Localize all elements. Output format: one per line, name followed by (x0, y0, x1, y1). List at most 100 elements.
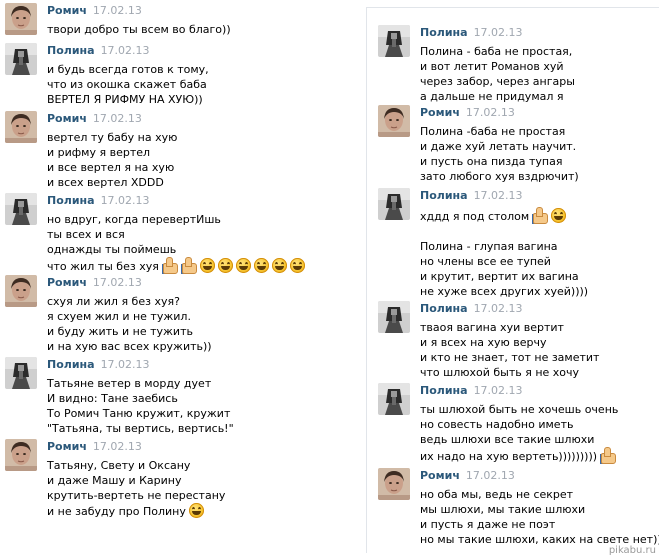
message-line-text: не хуже всех других хуей)))) (420, 285, 589, 298)
author-name-link[interactable]: Ромич (420, 106, 460, 119)
user-avatar[interactable] (5, 111, 37, 143)
message-line: ты всех и вся (47, 227, 305, 242)
message-header: Ромич 17.02.13 (47, 112, 142, 125)
message-line: и рифму я вертел (47, 145, 177, 160)
message-line-text: ведь шлюхи все такие шлюхи (420, 433, 595, 446)
message-line: Полина - баба не простая, (420, 44, 575, 59)
author-name-link[interactable]: Ромич (47, 440, 87, 453)
message-line: Полина - глупая вагина (420, 239, 588, 254)
message-line: я схуем жил и не тужил. (47, 309, 212, 324)
author-name-link[interactable]: Полина (47, 194, 95, 207)
message-line: Полина -баба не простая (420, 124, 579, 139)
message-line: и я всех на хую верчу (420, 335, 599, 350)
laughing-emoji-icon (235, 258, 251, 273)
message-line: вертел ту бабу на хую (47, 130, 177, 145)
message-date: 17.02.13 (92, 112, 142, 125)
laughing-emoji-icon (551, 208, 567, 223)
message-line: и даже Машу и Карину (47, 473, 225, 488)
message-text: но оба мы, ведь не секрет мы шлюхи, мы та… (420, 487, 659, 547)
author-name-link[interactable]: Полина (420, 302, 468, 315)
message-line: твори добро ты всем во благо)) (47, 22, 231, 37)
author-name-link[interactable]: Полина (47, 358, 95, 371)
message-text: тваоя вагина хуи вертит и я всех на хую в… (420, 320, 599, 380)
message-line: а дальше не придумал я (420, 89, 575, 104)
message-header: Полина 17.02.13 (47, 44, 150, 57)
message-header: Полина 17.02.13 (420, 26, 523, 39)
user-avatar[interactable] (378, 105, 410, 137)
user-avatar[interactable] (5, 357, 37, 389)
user-avatar[interactable] (5, 3, 37, 35)
message-line: и пусть я даже не поэт (420, 517, 659, 532)
message-text: но вдруг, когда перевертИшь ты всех и вся… (47, 212, 305, 274)
message-line-text: и все вертел я на хую (47, 161, 175, 174)
author-name-link[interactable]: Полина (420, 189, 468, 202)
user-avatar[interactable] (5, 43, 37, 75)
author-name-link[interactable]: Полина (47, 44, 95, 57)
message-line (420, 224, 588, 239)
message-line: И видно: Тане заебись (47, 391, 234, 406)
message-line-text: мы шлюхи, мы такие шлюхи (420, 503, 586, 516)
message-line-text: что из окошка скажет баба (47, 78, 207, 91)
message-line: что из окошка скажет баба (47, 77, 209, 92)
message-line-text: Татьяне ветер в морду дует (47, 377, 212, 390)
message-date: 17.02.13 (92, 440, 142, 453)
laughing-emoji-icon (289, 258, 305, 273)
message-date: 17.02.13 (473, 302, 523, 315)
message-line-text: и всех вертел XDDD (47, 176, 164, 189)
user-avatar[interactable] (378, 188, 410, 220)
author-name-link[interactable]: Ромич (47, 276, 87, 289)
message-line: через забор, через ангары (420, 74, 575, 89)
message-date: 17.02.13 (473, 384, 523, 397)
message-line: ВЕРТЕЛ Я РИФМУ НА ХУЮ)) (47, 92, 209, 107)
message-header: Полина 17.02.13 (47, 358, 150, 371)
author-name-link[interactable]: Ромич (47, 112, 87, 125)
message-line-text: хддд я под столом (420, 210, 530, 223)
user-avatar[interactable] (5, 275, 37, 307)
author-name-link[interactable]: Полина (420, 384, 468, 397)
user-avatar[interactable] (378, 383, 410, 415)
message-header: Полина 17.02.13 (47, 194, 150, 207)
user-avatar[interactable] (5, 193, 37, 225)
message-line-text: "Татьяна, ты вертись, вертись!" (47, 422, 234, 435)
user-avatar[interactable] (5, 439, 37, 471)
message-line: зато любого хуя вздрючит) (420, 169, 579, 184)
message-line-text: Полина - глупая вагина (420, 240, 558, 253)
message-line: однажды ты поймешь (47, 242, 305, 257)
left-chat-column: Ромич 17.02.13 твори добро ты всем во благ… (0, 0, 330, 558)
message-line-text: и не забуду про Полину (47, 505, 186, 518)
message-header: Ромич 17.02.13 (420, 106, 515, 119)
message-date: 17.02.13 (473, 189, 523, 202)
message-line-text: а дальше не придумал я (420, 90, 564, 103)
message-line: ты шлюхой быть не хочешь очень (420, 402, 618, 417)
author-name-link[interactable]: Ромич (47, 4, 87, 17)
message-text: вертел ту бабу на хую и рифму я вертел и в… (47, 130, 177, 190)
author-name-link[interactable]: Полина (420, 26, 468, 39)
message-text: твори добро ты всем во благо)) (47, 22, 231, 37)
message-date: 17.02.13 (100, 358, 150, 371)
message-header: Полина 17.02.13 (420, 384, 523, 397)
message-line-text: и крутит, вертит их вагина (420, 270, 579, 283)
user-avatar[interactable] (378, 301, 410, 333)
laughing-emoji-icon (188, 503, 204, 518)
message-header: Полина 17.02.13 (420, 189, 523, 202)
message-line: схуя ли жил я без хуя? (47, 294, 212, 309)
message-date: 17.02.13 (100, 194, 150, 207)
laughing-emoji-icon (217, 258, 233, 273)
author-name-link[interactable]: Ромич (420, 469, 460, 482)
message-line: что шлюхой быть я не хочу (420, 365, 599, 380)
message-text: хддд я под столом Полина - глупая вагина н… (420, 207, 588, 299)
user-avatar[interactable] (378, 25, 410, 57)
message-header: Ромич 17.02.13 (47, 440, 142, 453)
message-line-text: что жил ты без хуя (47, 260, 159, 273)
message-text: и будь всегда готов к тому, что из окошка… (47, 62, 209, 107)
message-line: и кто не знает, тот не заметит (420, 350, 599, 365)
message-line-text: что шлюхой быть я не хочу (420, 366, 580, 379)
message-line: и крутит, вертит их вагина (420, 269, 588, 284)
message-line: но вдруг, когда перевертИшь (47, 212, 305, 227)
laughing-emoji-icon (271, 258, 287, 273)
user-avatar[interactable] (378, 468, 410, 500)
right-chat-column: Полина 17.02.13 Полина - баба не простая, и… (366, 7, 659, 553)
message-line: и буду жить и не тужить (47, 324, 212, 339)
message-line-text: и на хую вас всех кружить)) (47, 340, 212, 353)
message-text: схуя ли жил я без хуя? я схуем жил и не т… (47, 294, 212, 354)
